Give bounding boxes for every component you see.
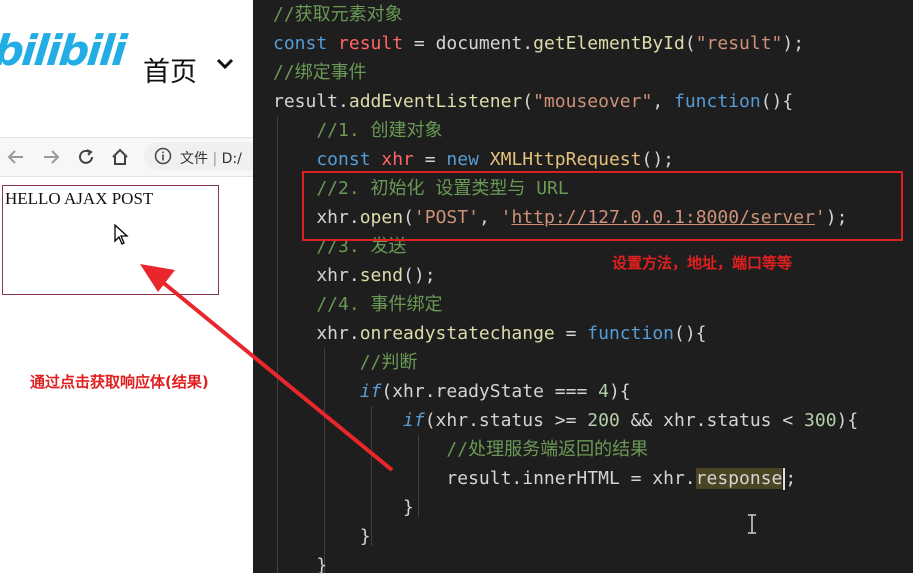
code-token: new — [446, 149, 490, 170]
code-token: ){ — [608, 381, 631, 402]
code-token: function — [674, 91, 761, 112]
code-line[interactable]: //判断 — [273, 348, 418, 377]
code-token: //获取元素对象 — [273, 4, 403, 25]
info-icon[interactable] — [154, 147, 172, 165]
address-prefix: 文件 — [180, 151, 208, 167]
code-token: //判断 — [273, 352, 418, 373]
home-nav-label[interactable]: 首页 — [143, 50, 197, 89]
code-line[interactable]: //绑定事件 — [273, 58, 367, 87]
code-token: result. — [273, 91, 349, 112]
code-token: xhr — [381, 149, 414, 170]
code-token: 300 — [804, 410, 837, 431]
code-token: ); — [782, 33, 805, 54]
code-token: "result" — [695, 33, 783, 54]
code-token: (); — [403, 265, 436, 286]
browser-toolbar: 文件 | D:/ — [0, 137, 264, 177]
code-token: const — [273, 149, 382, 170]
chevron-down-icon[interactable] — [215, 56, 235, 72]
code-line[interactable]: xhr.send(); — [273, 261, 436, 290]
code-line[interactable]: const xhr = new XMLHttpRequest(); — [273, 145, 674, 174]
address-path: D:/ — [221, 151, 242, 167]
code-line[interactable]: //1. 创建对象 — [273, 116, 443, 145]
reload-icon[interactable] — [76, 147, 96, 167]
code-token: //4. 事件绑定 — [273, 294, 443, 315]
back-arrow-icon[interactable] — [6, 147, 26, 167]
left-annotation: 通过点击获取响应体(结果) — [30, 373, 209, 391]
code-token: (){ — [674, 323, 707, 344]
code-token: (xhr.status >= — [424, 410, 588, 431]
code-token: //绑定事件 — [273, 62, 367, 83]
code-token: = — [554, 323, 588, 344]
code-token: //1. 创建对象 — [273, 120, 443, 141]
code-token: //处理服务端返回的结果 — [273, 439, 649, 460]
code-line[interactable]: //获取元素对象 — [273, 0, 403, 29]
code-token: result.innerHTML = xhr. — [273, 468, 696, 489]
code-line[interactable]: if(xhr.readyState === 4){ — [273, 377, 631, 406]
code-editor[interactable]: //获取元素对象 const result = document.getEleme… — [253, 0, 913, 576]
code-line[interactable]: //4. 事件绑定 — [273, 290, 443, 319]
code-token: } — [273, 497, 414, 518]
code-line[interactable]: } — [273, 493, 414, 522]
code-token: ( — [684, 33, 696, 54]
result-div[interactable]: HELLO AJAX POST — [2, 185, 219, 295]
code-token: send — [359, 265, 404, 286]
address-bar[interactable]: 文件 | D:/ — [144, 142, 264, 170]
code-token: && xhr.status < — [619, 410, 805, 431]
result-text: HELLO AJAX POST — [5, 189, 154, 208]
text-cursor-icon — [748, 514, 756, 534]
bilibili-logo[interactable]: bilibili — [0, 26, 127, 75]
code-token: addEventListener — [348, 91, 523, 112]
code-line[interactable]: xhr.onreadystatechange = function(){ — [273, 319, 707, 348]
code-token: , — [652, 91, 674, 112]
address-text: 文件 | D:/ — [180, 151, 242, 167]
code-line[interactable]: } — [273, 522, 371, 551]
code-token: xhr. — [273, 323, 360, 344]
code-token: "mouseover" — [533, 91, 653, 112]
code-line[interactable]: result.addEventListener("mouseover", fun… — [273, 87, 793, 116]
code-token: xhr. — [273, 265, 360, 286]
code-line[interactable]: if(xhr.status >= 200 && xhr.status < 300… — [273, 406, 858, 435]
code-token: = — [413, 149, 447, 170]
code-token: result — [338, 33, 404, 54]
right-annotation: 设置方法，地址，端口等等 — [612, 254, 793, 272]
code-token: onreadystatechange — [359, 323, 555, 344]
code-token: ){ — [836, 410, 859, 431]
code-token: getElementById — [533, 33, 685, 54]
forward-arrow-icon[interactable] — [41, 147, 61, 167]
code-token: = — [403, 33, 436, 54]
code-line[interactable]: //处理服务端返回的结果 — [273, 435, 648, 464]
code-token: (xhr.readyState === — [381, 381, 599, 402]
code-line[interactable]: result.innerHTML = xhr.response; — [273, 464, 796, 493]
code-token: (); — [641, 149, 674, 170]
code-token: ; — [785, 468, 797, 489]
code-token: function — [587, 323, 674, 344]
code-token: if — [273, 410, 425, 431]
code-token: ( — [522, 91, 534, 112]
mouse-pointer-icon — [114, 224, 129, 245]
code-token: 200 — [587, 410, 620, 431]
code-token: XMLHttpRequest — [489, 149, 642, 170]
code-token: (){ — [760, 91, 794, 112]
code-token: } — [273, 526, 371, 547]
code-token: if — [273, 381, 382, 402]
browser-panel: bilibili 首页 文件 | D:/ HELLO AJAX POST 通过点… — [0, 0, 264, 573]
code-token: response — [695, 468, 783, 489]
code-token: const — [273, 33, 339, 54]
highlight-box — [302, 171, 903, 241]
code-line[interactable]: } — [273, 551, 327, 580]
code-token: 4 — [598, 381, 609, 402]
code-line[interactable]: const result = document.getElementById("… — [273, 29, 804, 58]
code-token: document. — [435, 33, 534, 54]
home-icon[interactable] — [110, 147, 130, 167]
